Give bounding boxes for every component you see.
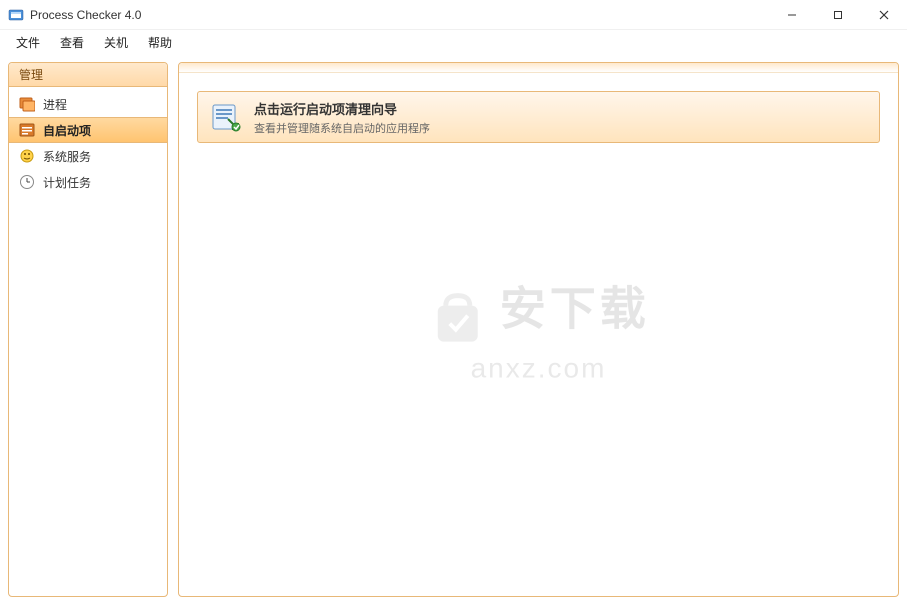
sidebar-item-startup[interactable]: 自启动项	[9, 117, 167, 143]
services-icon	[19, 148, 35, 164]
close-button[interactable]	[861, 0, 907, 30]
menu-shutdown[interactable]: 关机	[94, 32, 138, 53]
main-panel-header	[179, 63, 898, 73]
startup-icon	[19, 122, 35, 138]
titlebar: Process Checker 4.0	[0, 0, 907, 30]
menu-view[interactable]: 查看	[50, 32, 94, 53]
maximize-button[interactable]	[815, 0, 861, 30]
wizard-text: 点击运行启动项清理向导 查看并管理随系统自启动的应用程序	[254, 99, 430, 136]
sidebar: 管理 进程 自启动项 系统服务	[8, 62, 168, 597]
wizard-subtitle: 查看并管理随系统自启动的应用程序	[254, 120, 430, 136]
sidebar-item-label: 系统服务	[43, 148, 91, 165]
menu-file[interactable]: 文件	[6, 32, 50, 53]
content-area: 管理 进程 自启动项 系统服务	[0, 54, 907, 605]
clock-icon	[19, 174, 35, 190]
sidebar-header: 管理	[9, 63, 167, 87]
sidebar-item-label: 进程	[43, 96, 67, 113]
menu-help[interactable]: 帮助	[138, 32, 182, 53]
main-panel: 点击运行启动项清理向导 查看并管理随系统自启动的应用程序 安下载 anxz.co…	[178, 62, 899, 597]
wizard-icon	[210, 101, 242, 133]
minimize-button[interactable]	[769, 0, 815, 30]
main-panel-body: 点击运行启动项清理向导 查看并管理随系统自启动的应用程序 安下载 anxz.co…	[179, 73, 898, 597]
sidebar-item-label: 自启动项	[43, 122, 91, 139]
app-icon	[8, 7, 24, 23]
startup-cleanup-wizard-banner[interactable]: 点击运行启动项清理向导 查看并管理随系统自启动的应用程序	[197, 91, 880, 143]
window-title: Process Checker 4.0	[30, 8, 141, 22]
sidebar-item-services[interactable]: 系统服务	[9, 143, 167, 169]
sidebar-item-label: 计划任务	[43, 174, 91, 191]
menubar: 文件 查看 关机 帮助	[0, 30, 907, 54]
sidebar-item-processes[interactable]: 进程	[9, 91, 167, 117]
process-icon	[19, 96, 35, 112]
sidebar-item-scheduled-tasks[interactable]: 计划任务	[9, 169, 167, 195]
watermark-line2: anxz.com	[427, 352, 649, 384]
watermark: 安下载 anxz.com	[427, 272, 649, 384]
watermark-bag-icon	[427, 287, 487, 352]
wizard-title: 点击运行启动项清理向导	[254, 99, 430, 118]
sidebar-items: 进程 自启动项 系统服务 计划任务	[9, 87, 167, 199]
watermark-line1: 安下载	[500, 282, 650, 334]
